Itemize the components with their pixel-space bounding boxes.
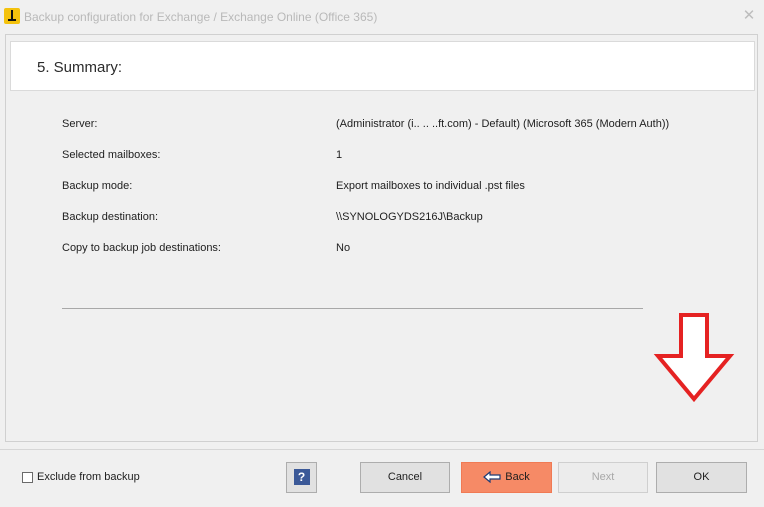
footer-divider [0,449,764,450]
exclude-label: Exclude from backup [37,471,140,483]
summary-value: \\SYNOLOGYDS216J\Backup [336,211,483,223]
down-arrow-annotation [653,313,735,403]
window-title: Backup configuration for Exchange / Exch… [24,10,378,24]
back-button[interactable]: Back [461,462,552,493]
summary-label: Backup mode: [62,180,133,192]
summary-label: Selected mailboxes: [62,149,161,161]
back-label: Back [505,471,530,483]
cancel-button[interactable]: Cancel [360,462,450,493]
checkbox-box[interactable] [22,471,33,483]
summary-row-copy: Copy to backup job destinations: No [62,242,742,273]
summary-label: Copy to backup job destinations: [62,242,221,254]
summary-row-backup-mode: Backup mode: Export mailboxes to individ… [62,180,742,211]
summary-label: Server: [62,118,98,130]
summary-value: No [336,242,351,254]
divider [62,308,643,309]
title-bar: Backup configuration for Exchange / Exch… [0,0,764,34]
summary-value: 1 [336,149,343,161]
next-button[interactable]: Next [558,462,648,493]
summary-value: (Administrator (i.. .. ..ft.com) - Defau… [336,118,670,130]
close-icon[interactable]: ✕ [742,7,756,25]
summary-list: Server: (Administrator (i.. .. ..ft.com)… [62,118,742,273]
summary-row-mailboxes: Selected mailboxes: 1 [62,149,742,180]
page-title: 5. Summary: [37,59,123,76]
arrow-left-icon [483,471,501,484]
summary-row-destination: Backup destination: \\SYNOLOGYDS216J\Bac… [62,211,742,242]
summary-label: Backup destination: [62,211,159,223]
exclude-from-backup-checkbox[interactable]: Exclude from backup [22,471,140,483]
ok-button[interactable]: OK [656,462,747,493]
summary-row-server: Server: (Administrator (i.. .. ..ft.com)… [62,118,742,149]
app-logo-icon [4,8,20,24]
step-header: 5. Summary: [10,41,755,91]
summary-value: Export mailboxes to individual .pst file… [336,180,525,192]
help-button[interactable]: ? [286,462,317,493]
help-icon: ? [293,469,310,485]
